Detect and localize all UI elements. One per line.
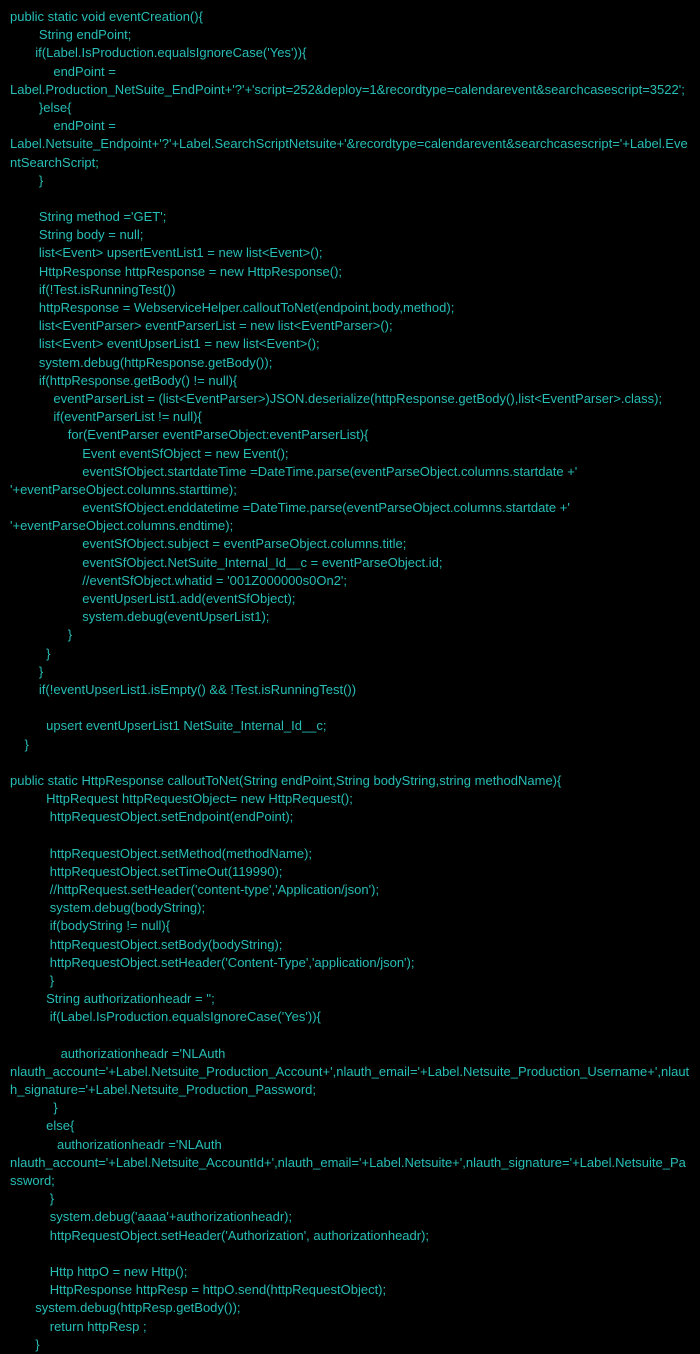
code-block: public static void eventCreation(){ Stri… [10,8,690,1354]
